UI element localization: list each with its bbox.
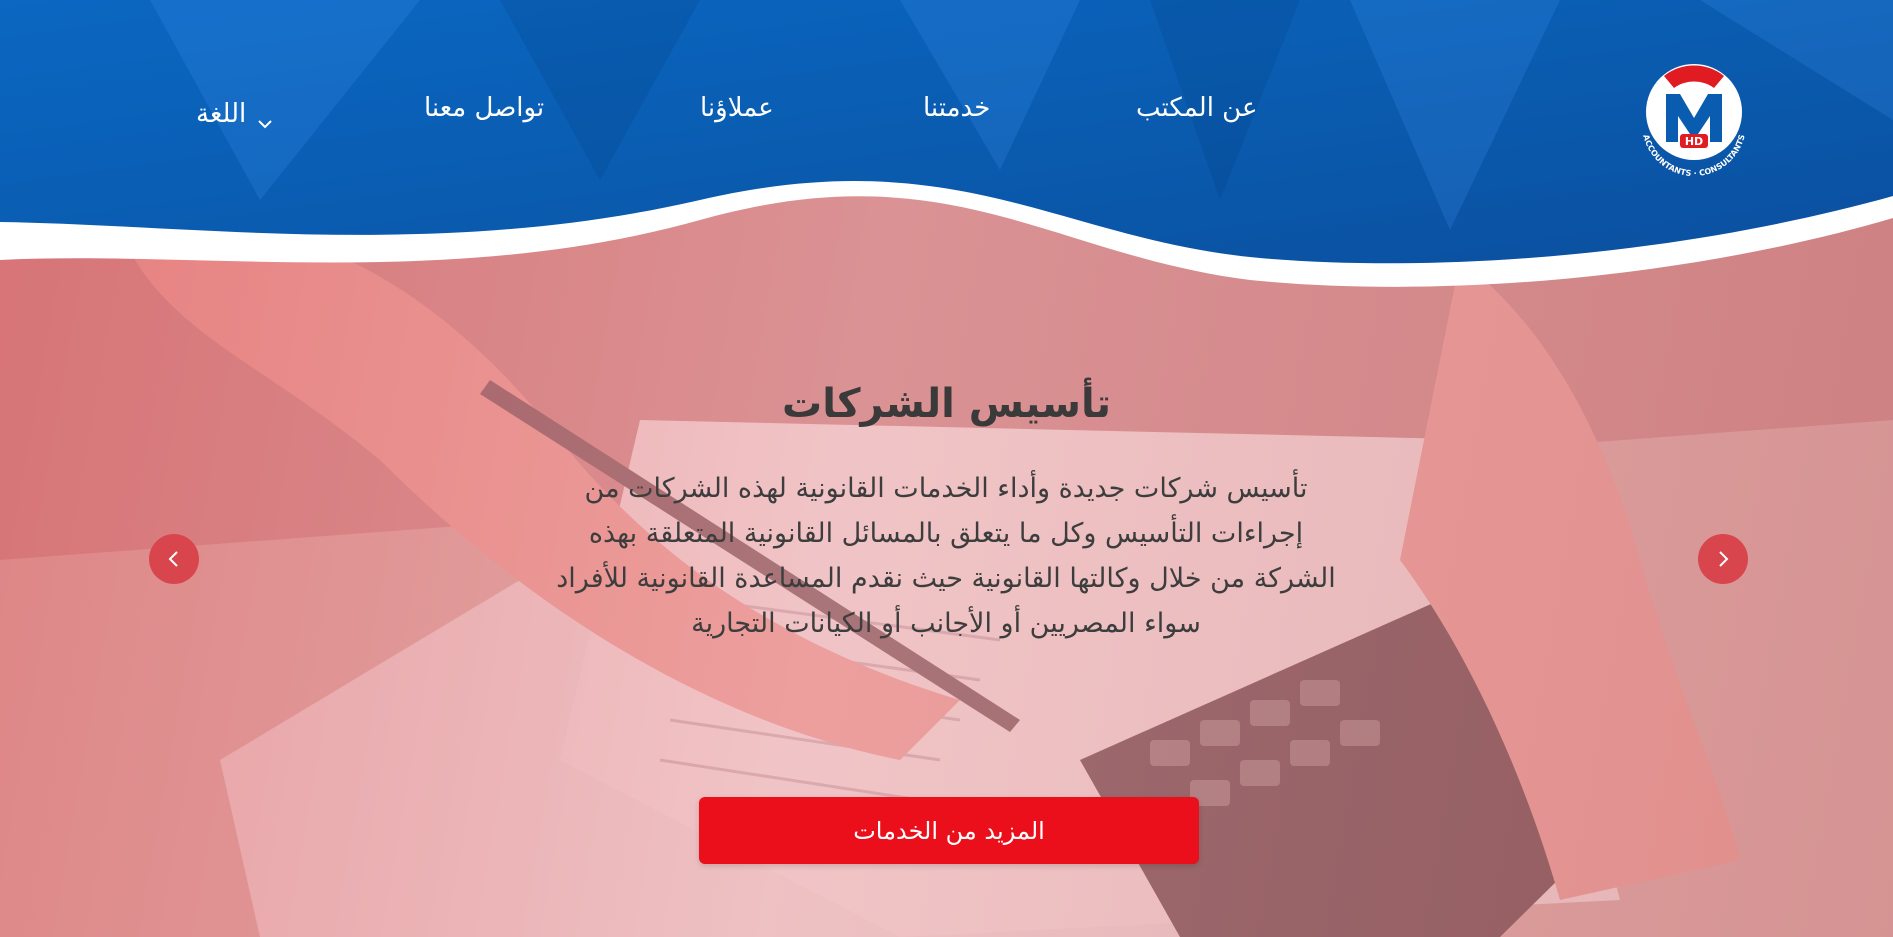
nav-item-clients[interactable]: عملاؤنا bbox=[700, 88, 774, 128]
carousel-next-button[interactable] bbox=[1698, 534, 1748, 584]
nav-item-about[interactable]: عن المكتب bbox=[1136, 88, 1257, 128]
nav-item-services[interactable]: خدمتنا bbox=[923, 88, 990, 128]
carousel-prev-button[interactable] bbox=[149, 534, 199, 584]
nav-item-contact[interactable]: تواصل معنا bbox=[424, 88, 544, 128]
logo-initials: HD bbox=[1685, 135, 1703, 148]
language-dropdown[interactable]: اللغة bbox=[196, 94, 274, 134]
chevron-left-icon bbox=[168, 551, 178, 567]
main-nav: عن المكتب خدمتنا عملاؤنا تواصل معنا اللغ… bbox=[0, 88, 1893, 129]
language-label: اللغة bbox=[196, 99, 247, 129]
hero-title: تأسيس الشركات bbox=[782, 381, 1111, 427]
chevron-right-icon bbox=[1719, 551, 1729, 567]
header bbox=[0, 0, 1893, 300]
more-services-label: المزيد من الخدمات bbox=[853, 816, 1045, 845]
chevron-down-icon bbox=[256, 105, 274, 129]
more-services-button[interactable]: المزيد من الخدمات bbox=[699, 797, 1199, 864]
hero-description: تأسيس شركات جديدة وأداء الخدمات القانوني… bbox=[556, 473, 1336, 639]
